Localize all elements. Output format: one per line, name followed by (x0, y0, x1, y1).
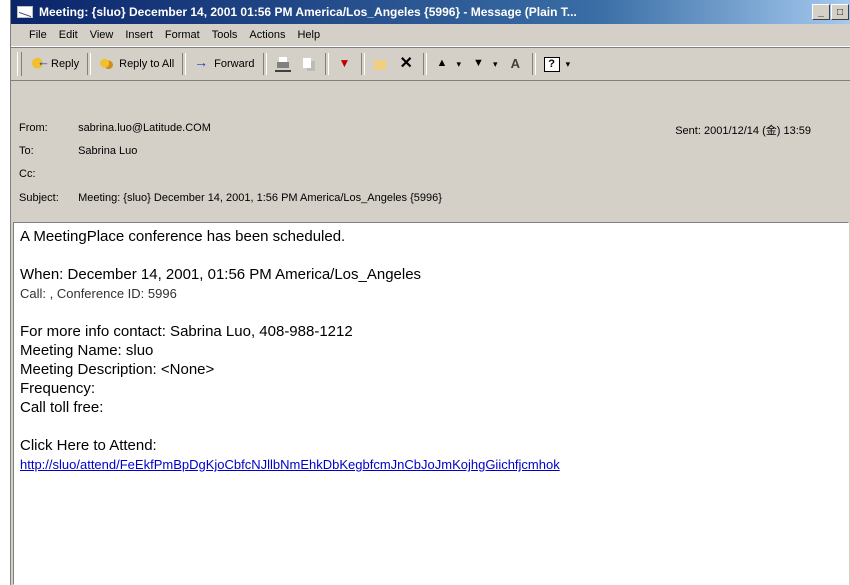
printer-icon (274, 56, 291, 72)
toolbar-separator (324, 53, 329, 75)
menu-actions[interactable]: Actions (243, 29, 291, 41)
to-row: To: Sabrina Luo (19, 145, 137, 157)
forward-label: Forward (214, 58, 255, 70)
title-bar[interactable]: Meeting: {sluo} December 14, 2001 01:56 … (11, 0, 850, 24)
from-value[interactable]: sabrina.luo@Latitude.COM (78, 122, 211, 134)
copy-button[interactable] (296, 52, 322, 76)
menu-tools[interactable]: Tools (206, 29, 244, 41)
body-toll-free: Call toll free: (20, 399, 104, 416)
forward-icon (194, 54, 210, 72)
address-book-icon (508, 56, 524, 72)
body-frequency: Frequency: (20, 380, 96, 397)
sent-label: Sent: (675, 125, 701, 137)
attend-link[interactable]: http://sluo/attend/FeEkfPmBpDgKjoCbfcNJl… (20, 457, 560, 472)
body-call: Call: , Conference ID: 5996 (20, 286, 177, 301)
up-arrow-icon (435, 56, 451, 72)
reply-button[interactable]: Reply (26, 52, 84, 76)
sent-value: 2001/12/14 (金) 13:59 (703, 125, 811, 137)
reply-label: Reply (51, 58, 80, 70)
toolbar-separator (182, 53, 187, 75)
cc-label: Cc: (19, 168, 36, 180)
subject-label: Subject: (19, 192, 59, 204)
down-arrow-icon (471, 56, 487, 72)
address-book-button[interactable] (503, 52, 529, 76)
body-click-here: Click Here to Attend: (20, 437, 157, 454)
menu-file[interactable]: File (23, 29, 53, 41)
menu-bar: File Edit View Insert Format Tools Actio… (11, 24, 850, 47)
reply-all-icon (99, 56, 116, 72)
toolbar-separator (262, 53, 267, 75)
reply-all-button[interactable]: Reply to All (94, 52, 179, 76)
from-label: From: (19, 122, 48, 134)
message-window: Meeting: {sluo} December 14, 2001 01:56 … (10, 0, 850, 585)
flag-button[interactable] (332, 52, 358, 76)
body-line: A MeetingPlace conference has been sched… (20, 228, 346, 245)
move-to-folder-icon (372, 56, 389, 72)
menu-view[interactable]: View (84, 29, 120, 41)
toolbar-separator (531, 53, 536, 75)
envelope-icon (17, 6, 33, 18)
delete-button[interactable] (394, 52, 420, 76)
reply-icon (31, 54, 50, 72)
toolbar-grip[interactable] (17, 52, 22, 76)
minimize-button[interactable]: _ (812, 4, 830, 20)
body-when: When: December 14, 2001, 01:56 PM Americ… (20, 266, 422, 283)
to-label: To: (19, 145, 34, 157)
toolbar: Reply Reply to All Forward (11, 47, 850, 81)
window-title: Meeting: {sluo} December 14, 2001 01:56 … (39, 5, 577, 19)
copy-icon (300, 56, 317, 72)
body-meeting-name: Meeting Name: sluo (20, 342, 154, 359)
subject-value: Meeting: {sluo} December 14, 2001, 1:56 … (78, 192, 442, 204)
delete-icon (399, 53, 415, 73)
menu-edit[interactable]: Edit (53, 29, 84, 41)
subject-row: Subject: Meeting: {sluo} December 14, 20… (19, 192, 442, 204)
toolbar-separator (422, 53, 427, 75)
forward-button[interactable]: Forward (189, 52, 259, 76)
chevron-down-icon: ▾ (456, 58, 462, 69)
chevron-down-icon: ▾ (565, 58, 571, 69)
print-button[interactable] (270, 52, 296, 76)
body-meeting-description: Meeting Description: <None> (20, 361, 215, 378)
toolbar-separator (87, 53, 92, 75)
window-controls: _ □ (812, 4, 849, 20)
previous-item-button[interactable]: ▾ (430, 52, 467, 76)
flag-icon (337, 56, 353, 72)
help-button[interactable]: ? ▾ (539, 52, 576, 76)
next-item-button[interactable]: ▾ (466, 52, 503, 76)
maximize-button[interactable]: □ (831, 4, 849, 20)
to-value[interactable]: Sabrina Luo (78, 145, 137, 157)
move-to-folder-button[interactable] (368, 52, 394, 76)
reply-all-label: Reply to All (119, 58, 175, 70)
cc-row: Cc: (19, 168, 75, 180)
toolbar-separator (360, 53, 365, 75)
from-row: From: sabrina.luo@Latitude.COM (19, 122, 211, 134)
message-body[interactable]: A MeetingPlace conference has been sched… (13, 222, 849, 585)
menu-format[interactable]: Format (159, 29, 206, 41)
menu-insert[interactable]: Insert (119, 29, 159, 41)
message-header: From: sabrina.luo@Latitude.COM Sent: 200… (11, 82, 850, 212)
body-contact: For more info contact: Sabrina Luo, 408-… (20, 323, 353, 340)
chevron-down-icon: ▾ (493, 58, 498, 69)
help-icon: ? (543, 56, 560, 72)
sent-row: Sent: 2001/12/14 (金) 13:59 (675, 122, 811, 138)
message-text: A MeetingPlace conference has been sched… (14, 223, 848, 478)
menu-help[interactable]: Help (291, 29, 326, 41)
